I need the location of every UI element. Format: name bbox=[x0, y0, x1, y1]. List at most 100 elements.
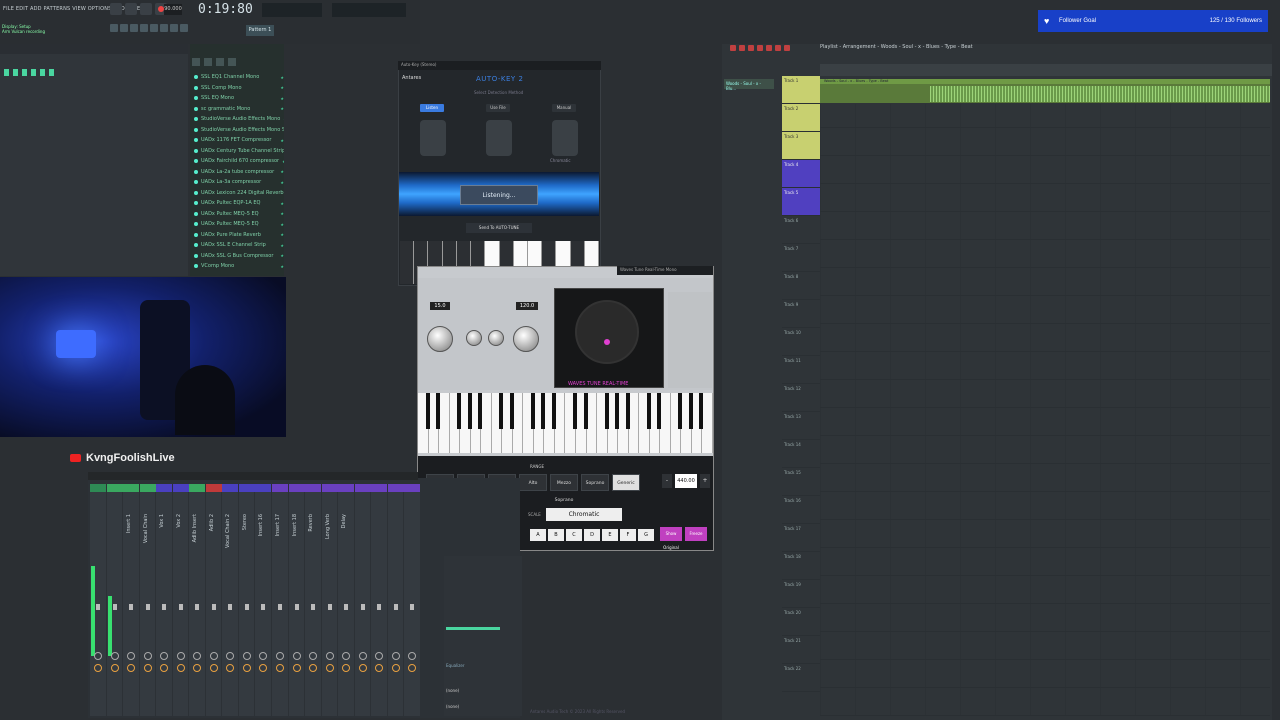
pattern-song-toggle[interactable] bbox=[110, 3, 122, 15]
channel-row[interactable] bbox=[4, 68, 184, 77]
pan-knob[interactable] bbox=[408, 652, 417, 660]
fader[interactable] bbox=[360, 604, 365, 610]
pan-knob[interactable] bbox=[94, 652, 102, 660]
send-to-autotune-button[interactable]: Send To AUTO-TUNE bbox=[466, 223, 532, 233]
track-header[interactable]: Track 20 bbox=[782, 608, 820, 636]
use-file-button[interactable]: Use File bbox=[486, 104, 510, 112]
range-button[interactable]: Soprano bbox=[581, 474, 609, 491]
track-header[interactable]: Track 11 bbox=[782, 356, 820, 384]
track-header[interactable]: Track 13 bbox=[782, 412, 820, 440]
pan-knob[interactable] bbox=[358, 652, 367, 660]
zoom-tool-icon[interactable] bbox=[784, 45, 790, 51]
track-header[interactable]: Track 17 bbox=[782, 524, 820, 552]
stereo-knob[interactable] bbox=[292, 664, 301, 672]
fader[interactable] bbox=[129, 604, 134, 610]
mixer-strip[interactable] bbox=[106, 484, 123, 716]
listen-button[interactable]: Listen bbox=[420, 104, 444, 112]
draw-tool-icon[interactable] bbox=[730, 45, 736, 51]
fader[interactable] bbox=[145, 604, 150, 610]
range-button[interactable]: Alto bbox=[519, 474, 547, 491]
browser-item[interactable]: UADx Pultec MEQ-5 EQ ★ bbox=[194, 219, 284, 230]
speed-knob[interactable] bbox=[427, 326, 453, 352]
pan-knob[interactable] bbox=[292, 652, 301, 660]
piano-key[interactable] bbox=[460, 393, 472, 453]
star-icon[interactable]: ★ bbox=[280, 75, 284, 80]
stereo-knob[interactable] bbox=[375, 664, 384, 672]
browser-item[interactable]: SSL EQ Mono ★ bbox=[194, 93, 284, 104]
track-header[interactable]: Track 15 bbox=[782, 468, 820, 496]
track-header[interactable]: Track 5 bbox=[782, 188, 820, 216]
channel-led[interactable] bbox=[13, 69, 18, 76]
mixer-strip[interactable]: Insert 1 bbox=[123, 484, 140, 716]
mixer-strip[interactable] bbox=[371, 484, 388, 716]
reference-decrease-button[interactable]: - bbox=[662, 474, 672, 488]
stereo-knob[interactable] bbox=[309, 664, 318, 672]
mixer-strip[interactable]: Stereo bbox=[238, 484, 255, 716]
browser-item[interactable]: SSL EQ1 Channel Mono ★ bbox=[194, 72, 284, 83]
browser-item[interactable]: UADx Fairchild 670 compressor ★ bbox=[194, 156, 284, 167]
mixer-strip[interactable]: Insert 17 bbox=[272, 484, 289, 716]
fader[interactable] bbox=[410, 604, 415, 610]
stereo-knob[interactable] bbox=[408, 664, 417, 672]
mixer-strip[interactable] bbox=[387, 484, 404, 716]
mixer-strip[interactable] bbox=[404, 484, 421, 716]
browser-icon[interactable] bbox=[160, 24, 168, 32]
mixer-strip[interactable]: Adlib 2 bbox=[205, 484, 222, 716]
fader[interactable] bbox=[96, 604, 100, 610]
browser-item[interactable]: UADx Pure Plate Reverb ★ bbox=[194, 230, 284, 241]
piano-key[interactable] bbox=[681, 393, 693, 453]
show-original-button[interactable]: Show Original bbox=[660, 527, 682, 550]
fader[interactable] bbox=[261, 604, 266, 610]
piano-key[interactable] bbox=[628, 393, 640, 453]
waves-titlebar[interactable]: Waves Tune Real-Time Mono bbox=[617, 266, 713, 275]
star-icon[interactable]: ★ bbox=[280, 138, 284, 143]
fader[interactable] bbox=[327, 604, 332, 610]
star-icon[interactable]: ★ bbox=[280, 243, 284, 248]
stop-icon[interactable] bbox=[140, 3, 152, 15]
star-icon[interactable]: ★ bbox=[280, 180, 284, 185]
browser-item[interactable]: UADx SSL E Channel Strip ★ bbox=[194, 240, 284, 251]
piano-key[interactable] bbox=[702, 393, 713, 453]
piano-key[interactable] bbox=[670, 393, 682, 453]
mixer-strip[interactable]: Vocal Chain 2 bbox=[222, 484, 239, 716]
browser-item[interactable]: UADx Lexicon 224 Digital Reverb★ bbox=[194, 188, 284, 199]
browser-item[interactable]: UADx Pultec EQP-1A EQ ★ bbox=[194, 198, 284, 209]
stereo-knob[interactable] bbox=[209, 664, 218, 672]
track-header[interactable]: Track 4 bbox=[782, 160, 820, 188]
star-icon[interactable]: ★ bbox=[282, 159, 284, 164]
stereo-knob[interactable] bbox=[242, 664, 251, 672]
freeze-button[interactable]: Freeze bbox=[685, 527, 707, 541]
piano-key[interactable] bbox=[481, 393, 492, 453]
pan-knob[interactable] bbox=[209, 652, 218, 660]
star-icon[interactable]: ★ bbox=[280, 253, 284, 258]
stereo-knob[interactable] bbox=[160, 664, 169, 672]
track-header[interactable]: Track 9 bbox=[782, 300, 820, 328]
pan-knob[interactable] bbox=[309, 652, 318, 660]
timeline-ruler[interactable] bbox=[820, 64, 1272, 76]
snap-icon[interactable] bbox=[110, 24, 118, 32]
star-icon[interactable]: ★ bbox=[280, 211, 284, 216]
stereo-knob[interactable] bbox=[391, 664, 400, 672]
piano-key[interactable] bbox=[586, 393, 598, 453]
piano-key[interactable] bbox=[428, 393, 440, 453]
fader[interactable] bbox=[244, 604, 249, 610]
note-button[interactable]: G bbox=[638, 529, 654, 541]
mixer-volume-bar[interactable] bbox=[446, 627, 500, 630]
browser-item[interactable]: SSL Comp Mono ★ bbox=[194, 83, 284, 94]
fader[interactable] bbox=[311, 604, 316, 610]
piano-key[interactable] bbox=[418, 393, 430, 453]
browser-back-icon[interactable] bbox=[192, 58, 200, 66]
fader[interactable] bbox=[162, 604, 167, 610]
piano-key[interactable] bbox=[691, 393, 703, 453]
plugin-icon[interactable] bbox=[170, 24, 178, 32]
slot-none-1[interactable]: (none) bbox=[446, 688, 459, 693]
note-button[interactable]: B bbox=[548, 529, 564, 541]
browser-item[interactable]: VComp Mono ★ bbox=[194, 261, 284, 272]
stereo-knob[interactable] bbox=[143, 664, 152, 672]
star-icon[interactable]: ★ bbox=[280, 169, 284, 174]
stereo-knob[interactable] bbox=[325, 664, 334, 672]
pan-knob[interactable] bbox=[391, 652, 400, 660]
fader[interactable] bbox=[211, 604, 216, 610]
star-icon[interactable]: ★ bbox=[280, 232, 284, 237]
fader[interactable] bbox=[178, 604, 183, 610]
